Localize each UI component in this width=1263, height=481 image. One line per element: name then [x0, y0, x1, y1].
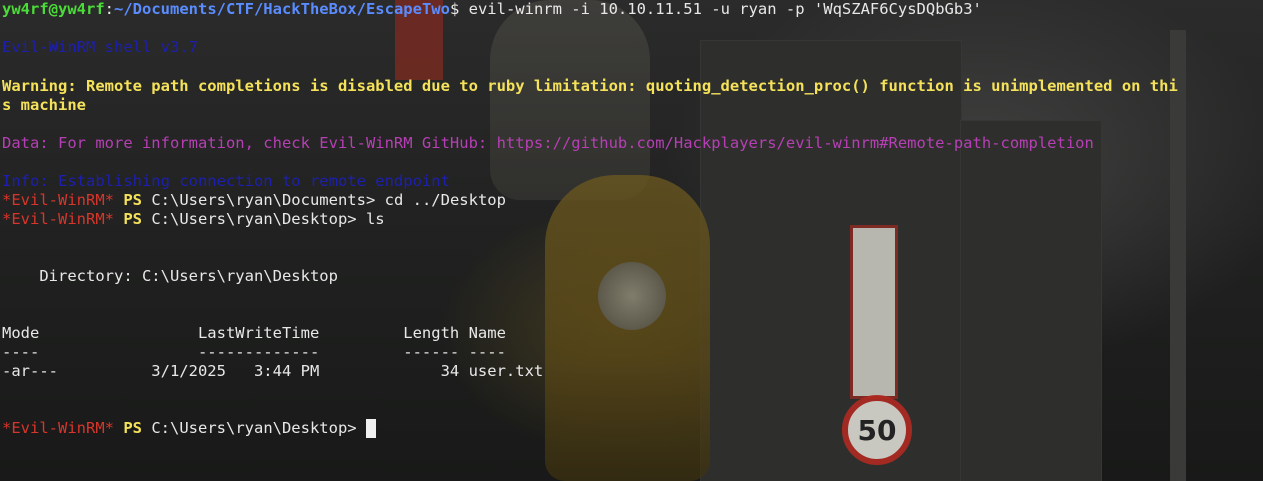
prompt-path: ~/Documents/CTF/HackTheBox/EscapeTwo	[114, 0, 450, 18]
warning-line: Warning: Remote path completions is disa…	[2, 77, 1178, 95]
session-path: C:\Users\ryan\Desktop>	[142, 210, 357, 228]
evil-winrm-tag: *Evil-WinRM*	[2, 191, 114, 209]
listing-header: Mode LastWriteTime Length Name	[2, 324, 506, 342]
prompt-separator: :	[104, 0, 114, 18]
prompt-command: evil-winrm -i 10.10.11.51 -u ryan -p 'Wq…	[459, 0, 982, 18]
text-cursor	[365, 419, 376, 438]
session-path: C:\Users\ryan\Desktop>	[142, 419, 357, 437]
listing-row: -ar--- 3/1/2025 3:44 PM 34 user.txt	[2, 362, 544, 380]
ps-label: PS	[123, 419, 142, 437]
prompt-user-host: yw4rf@yw4rf	[2, 0, 105, 18]
prompt-symbol: $	[449, 0, 460, 18]
directory-heading: Directory: C:\Users\ryan\Desktop	[2, 267, 338, 285]
connection-info-line: Info: Establishing connection to remote …	[2, 172, 450, 190]
active-prompt-line[interactable]: *Evil-WinRM* PS C:\Users\ryan\Desktop>	[2, 419, 376, 438]
session-command: ls	[356, 210, 385, 228]
session-command: cd ../Desktop	[375, 191, 506, 209]
data-info-line: Data: For more information, check Evil-W…	[2, 134, 1094, 152]
terminal-output[interactable]: yw4rf@yw4rf:~/Documents/CTF/HackTheBox/E…	[2, 0, 1263, 481]
session-command-line: *Evil-WinRM* PS C:\Users\ryan\Documents>…	[2, 191, 506, 210]
session-command-line: *Evil-WinRM* PS C:\Users\ryan\Desktop> l…	[2, 210, 385, 229]
evil-winrm-tag: *Evil-WinRM*	[2, 419, 114, 437]
shell-prompt-line: yw4rf@yw4rf:~/Documents/CTF/HackTheBox/E…	[2, 0, 982, 19]
session-input[interactable]	[357, 419, 366, 437]
session-path: C:\Users\ryan\Documents>	[142, 191, 376, 209]
shell-version-line: Evil-WinRM shell v3.7	[2, 38, 198, 56]
warning-line-continued: s machine	[2, 96, 86, 114]
ps-label: PS	[123, 210, 142, 228]
evil-winrm-tag: *Evil-WinRM*	[2, 210, 114, 228]
ps-label: PS	[123, 191, 142, 209]
listing-rule: ---- ------------- ------ ----	[2, 343, 506, 361]
